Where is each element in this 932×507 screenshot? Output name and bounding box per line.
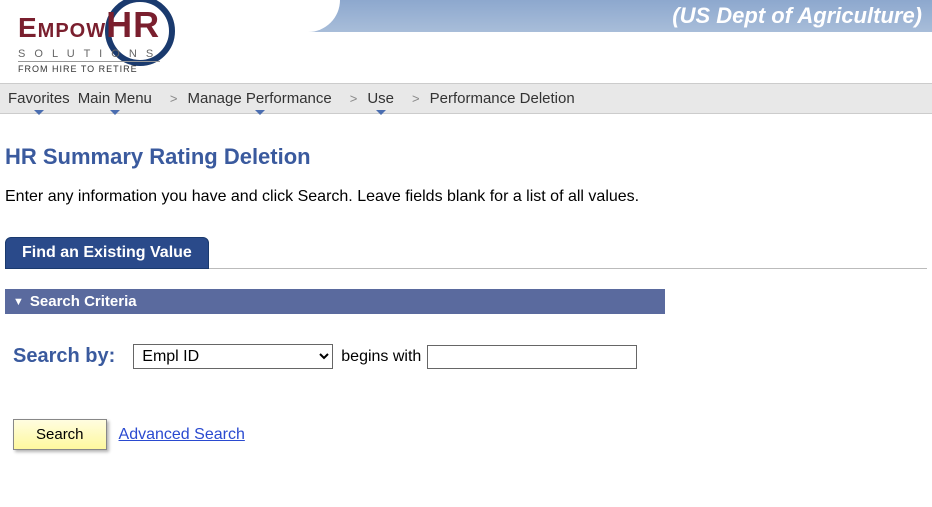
search-by-select[interactable]: Empl ID [133,344,333,369]
criteria-header-label: Search Criteria [30,293,137,310]
breadcrumb-favorites[interactable]: Favorites [8,90,70,107]
advanced-search-link[interactable]: Advanced Search [119,426,245,444]
breadcrumb-manage-performance[interactable]: Manage Performance [187,90,331,107]
logo-area: EmpowHR S O L U T I O N S FROM HIRE TO R… [0,4,932,83]
logo: EmpowHR S O L U T I O N S FROM HIRE TO R… [18,4,160,74]
chevron-right-icon: > [412,91,420,106]
chevron-right-icon: > [170,91,178,106]
page-content: HR Summary Rating Deletion Enter any inf… [0,114,932,480]
chevron-right-icon: > [350,91,358,106]
logo-text-1: Empow [18,12,106,43]
search-button[interactable]: Search [13,419,107,450]
tab-row: Find an Existing Value [5,236,927,269]
page-title: HR Summary Rating Deletion [5,144,927,170]
collapse-arrow-icon: ▼ [13,296,24,308]
operator-label: begins with [341,348,421,366]
breadcrumb-main-menu[interactable]: Main Menu [78,90,152,107]
breadcrumb-performance-deletion[interactable]: Performance Deletion [430,90,575,107]
logo-subtitle-1: S O L U T I O N S [18,48,160,60]
button-row: Search Advanced Search [5,409,927,460]
search-by-label: Search by: [13,345,115,368]
breadcrumb-use[interactable]: Use [367,90,394,107]
search-input[interactable] [427,345,637,369]
search-criteria-header[interactable]: ▼ Search Criteria [5,289,665,314]
breadcrumb: Favorites Main Menu > Manage Performance… [0,83,932,114]
logo-text-2: HR [106,4,160,45]
page-instruction: Enter any information you have and click… [5,188,927,206]
tab-find-existing[interactable]: Find an Existing Value [5,237,209,269]
search-row: Search by: Empl ID begins with [5,314,927,409]
logo-subtitle-2: FROM HIRE TO RETIRE [18,61,160,74]
